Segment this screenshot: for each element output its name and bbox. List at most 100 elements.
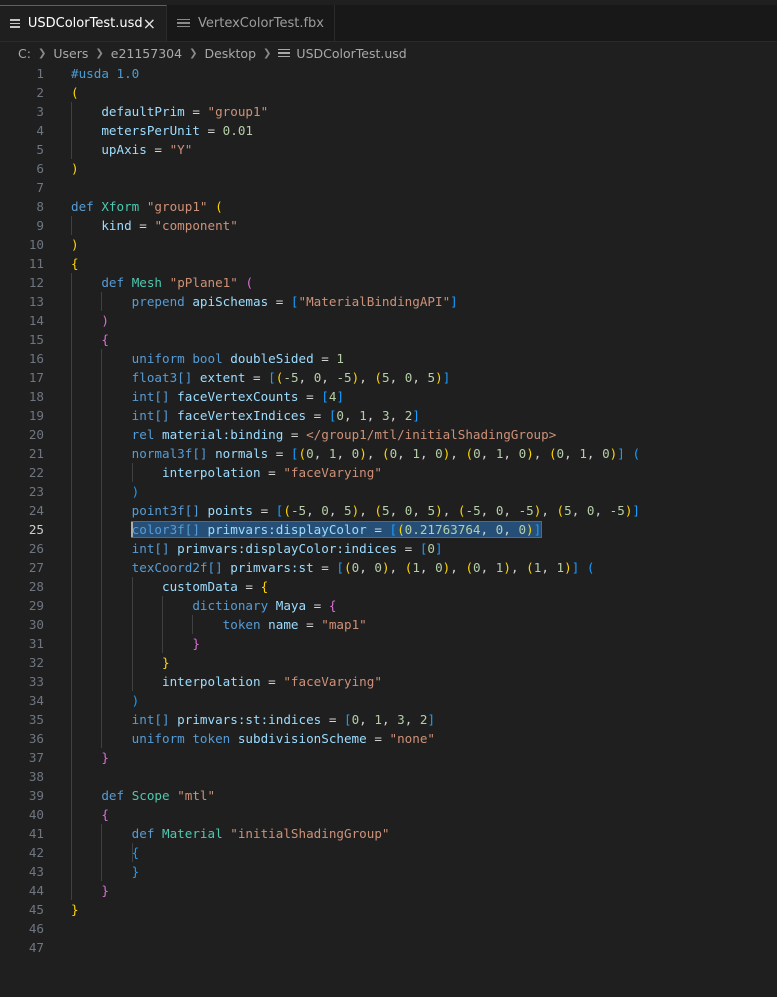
- code-line[interactable]: 16 uniform bool doubleSided = 1: [0, 349, 777, 368]
- code-line[interactable]: 13 prepend apiSchemas = ["MaterialBindin…: [0, 292, 777, 311]
- code-line[interactable]: 15 {: [0, 330, 777, 349]
- chevron-right-icon: ❯: [189, 47, 198, 59]
- code-line[interactable]: 18 int[] faceVertexCounts = [4]: [0, 387, 777, 406]
- code-text: upAxis = "Y": [71, 140, 192, 159]
- code-token: 1: [359, 408, 367, 423]
- code-line[interactable]: 24 point3f[] points = [(-5, 0, 5), (5, 0…: [0, 501, 777, 520]
- code-text: ): [71, 235, 79, 254]
- file-icon: [177, 16, 191, 30]
- code-line[interactable]: 10): [0, 235, 777, 254]
- code-token: 1: [412, 446, 420, 461]
- breadcrumb-desktop[interactable]: Desktop: [204, 46, 256, 61]
- code-line[interactable]: 8 def Xform "group1" (: [0, 197, 777, 216]
- tab-usdcolortest[interactable]: USDColorTest.usd ×: [0, 5, 167, 41]
- code-token: "none": [389, 731, 435, 746]
- code-line[interactable]: 12 def Mesh "pPlane1" (: [0, 273, 777, 292]
- code-token: [: [336, 560, 344, 575]
- code-token: {: [71, 256, 79, 271]
- code-token: 0: [306, 446, 314, 461]
- code-line[interactable]: 38: [0, 767, 777, 786]
- code-line[interactable]: 28 customData = {: [0, 577, 777, 596]
- code-line[interactable]: 7: [0, 178, 777, 197]
- line-number: 36: [28, 731, 44, 746]
- code-line[interactable]: 34 ): [0, 691, 777, 710]
- code-line[interactable]: 43 }: [0, 862, 777, 881]
- line-number: 12: [28, 275, 44, 290]
- close-icon[interactable]: ×: [143, 14, 156, 33]
- code-line[interactable]: 17 float3[] extent = [(-5, 0, -5), (5, 0…: [0, 368, 777, 387]
- breadcrumb-user[interactable]: e21157304: [111, 46, 182, 61]
- code-token: (: [374, 503, 382, 518]
- breadcrumb-users[interactable]: Users: [53, 46, 88, 61]
- code-line[interactable]: 6): [0, 159, 777, 178]
- code-text: interpolation = "faceVarying": [71, 463, 382, 482]
- code-line[interactable]: 30 token name = "map1": [0, 615, 777, 634]
- code-line[interactable]: 1 #usda 1.0: [0, 64, 777, 83]
- line-number: 18: [28, 389, 44, 404]
- code-line[interactable]: 33 interpolation = "faceVarying": [0, 672, 777, 691]
- code-line[interactable]: 44 }: [0, 881, 777, 900]
- code-line[interactable]: 32 }: [0, 653, 777, 672]
- code-token: "Y": [169, 142, 193, 157]
- code-line[interactable]: 40 {: [0, 805, 777, 824]
- code-line[interactable]: 9 kind = "component": [0, 216, 777, 235]
- code-line[interactable]: 37 }: [0, 748, 777, 767]
- code-line[interactable]: 3 defaultPrim = "group1": [0, 102, 777, 121]
- code-token: interpolation: [162, 465, 261, 480]
- code-line[interactable]: 31 }: [0, 634, 777, 653]
- code-line[interactable]: 5 upAxis = "Y": [0, 140, 777, 159]
- code-line[interactable]: 42 {: [0, 843, 777, 862]
- code-line[interactable]: 46: [0, 919, 777, 938]
- code-token: Mesh: [131, 275, 170, 290]
- code-line[interactable]: 39 def Scope "mtl": [0, 786, 777, 805]
- tab-vertexcolortest[interactable]: VertexColorTest.fbx: [167, 5, 335, 41]
- code-token: ,: [503, 522, 519, 537]
- code-token: 1: [579, 446, 587, 461]
- code-line[interactable]: 21 normal3f[] normals = [(0, 1, 0), (0, …: [0, 444, 777, 463]
- code-line[interactable]: 41 def Material "initialShadingGroup": [0, 824, 777, 843]
- code-token: -5: [336, 370, 352, 385]
- code-token: (: [465, 560, 474, 575]
- code-line[interactable]: 35 int[] primvars:st:indices = [0, 1, 3,…: [0, 710, 777, 729]
- code-line[interactable]: 45}: [0, 900, 777, 919]
- code-token: ): [435, 370, 443, 385]
- breadcrumb-drive[interactable]: C:: [18, 46, 31, 61]
- code-token: int[]: [131, 408, 178, 423]
- code-line[interactable]: 36 uniform token subdivisionScheme = "no…: [0, 729, 777, 748]
- code-line[interactable]: 22 interpolation = "faceVarying": [0, 463, 777, 482]
- code-token: ,: [412, 370, 428, 385]
- code-line[interactable]: 25 color3f[] primvars:displayColor = [(0…: [0, 520, 777, 539]
- code-editor[interactable]: 1 #usda 1.0 2(3 defaultPrim = "group1" 4 me…: [0, 64, 777, 997]
- breadcrumb-file[interactable]: USDColorTest.usd: [296, 46, 406, 61]
- code-token: int[]: [131, 541, 178, 556]
- code-line[interactable]: 20 rel material:binding = </group1/mtl/i…: [0, 425, 777, 444]
- code-token: [: [389, 522, 398, 537]
- code-text: ): [71, 311, 109, 330]
- code-text: normal3f[] normals = [(0, 1, 0), (0, 1, …: [71, 444, 640, 463]
- code-text: (: [71, 83, 79, 102]
- code-token: -5: [609, 503, 625, 518]
- code-line[interactable]: 23 ): [0, 482, 777, 501]
- code-token: (: [632, 446, 641, 461]
- code-token: Scope: [131, 788, 178, 803]
- line-number: 29: [28, 598, 44, 613]
- code-line[interactable]: 29 dictionary Maya = {: [0, 596, 777, 615]
- code-token: [: [321, 389, 329, 404]
- code-line[interactable]: 26 int[] primvars:displayColor:indices =…: [0, 539, 777, 558]
- code-line[interactable]: 4 metersPerUnit = 0.01: [0, 121, 777, 140]
- code-line[interactable]: 2(: [0, 83, 777, 102]
- code-line[interactable]: 11 {: [0, 254, 777, 273]
- code-line[interactable]: 14 ): [0, 311, 777, 330]
- code-line[interactable]: 27 texCoord2f[] primvars:st = [(0, 0), (…: [0, 558, 777, 577]
- code-token: ,: [359, 712, 375, 727]
- code-token: ,: [366, 408, 382, 423]
- code-token: =: [283, 427, 307, 442]
- code-line[interactable]: 19 int[] faceVertexIndices = [0, 1, 3, 2…: [0, 406, 777, 425]
- code-line[interactable]: 47: [0, 938, 777, 957]
- code-token: "group1": [207, 104, 269, 119]
- file-icon: [10, 17, 20, 31]
